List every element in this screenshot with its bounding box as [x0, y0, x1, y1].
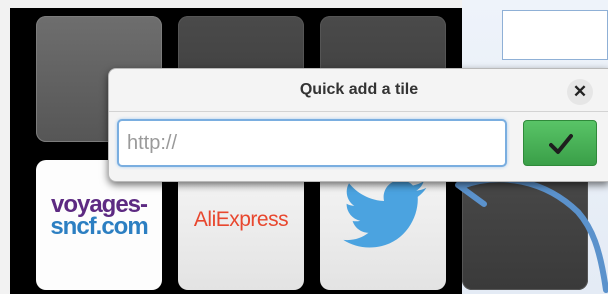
close-icon: ✕	[572, 82, 588, 101]
twitter-bird-icon	[343, 180, 427, 248]
side-panel-field[interactable]	[502, 10, 608, 60]
close-dialog-button[interactable]: ✕	[567, 79, 593, 105]
voyages-sncf-logo: voyages- sncf.com	[50, 191, 148, 240]
quick-add-tile-dialog: Quick add a tile ✕	[108, 68, 608, 182]
confirm-add-button[interactable]	[523, 120, 597, 166]
check-icon	[549, 134, 573, 154]
dialog-title: Quick add a tile	[299, 81, 419, 98]
url-input[interactable]	[117, 119, 507, 167]
dialog-header: Quick add a tile ✕	[109, 69, 608, 112]
aliexpress-logo: AliExpress	[193, 208, 289, 231]
browser-frame-left	[0, 0, 10, 294]
